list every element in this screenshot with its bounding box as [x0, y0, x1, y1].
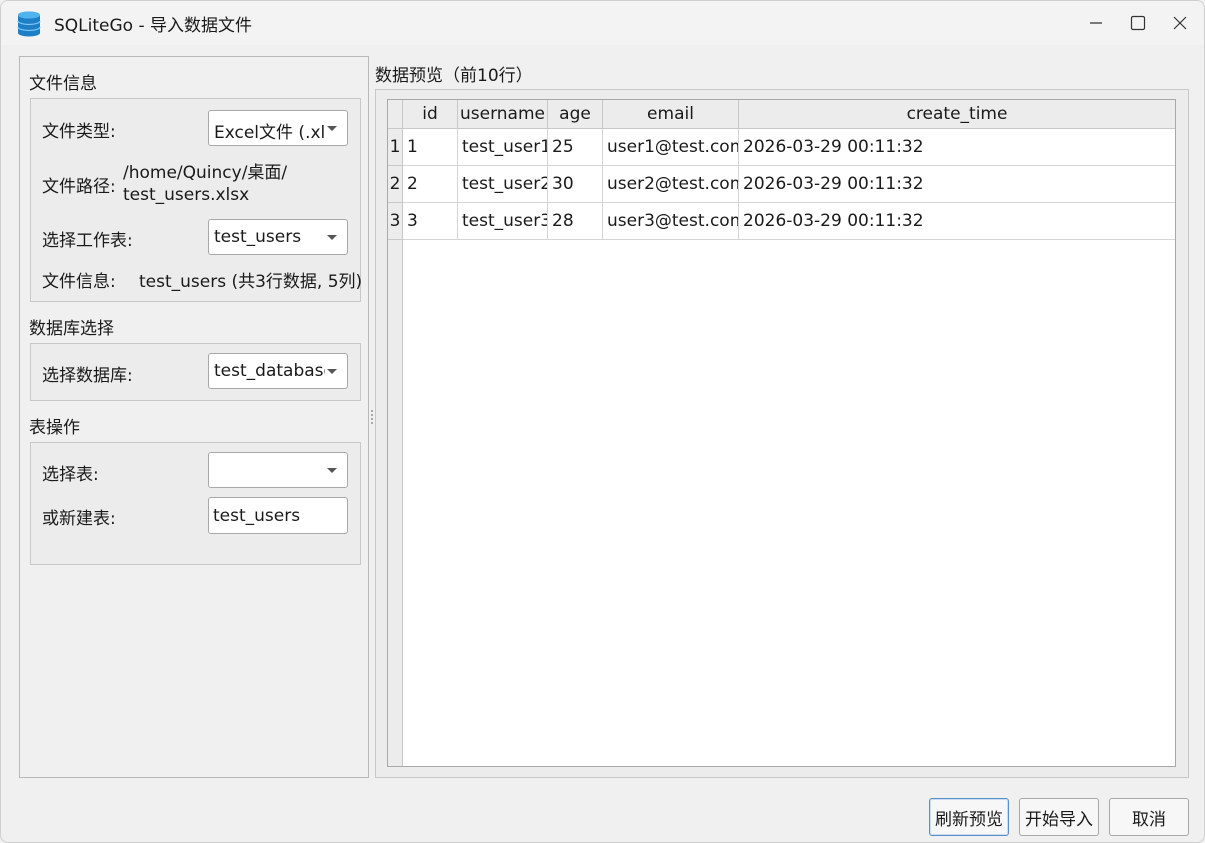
table-cell[interactable]: 3 — [403, 203, 458, 240]
chevron-down-icon — [327, 468, 337, 473]
new-table-input[interactable] — [208, 497, 348, 534]
table-select[interactable] — [208, 452, 348, 488]
close-button[interactable] — [1159, 1, 1201, 45]
table-cell[interactable]: user3@test.com — [603, 203, 739, 240]
select-table-label: 选择表: — [42, 465, 99, 485]
table-cell[interactable]: user2@test.com — [603, 166, 739, 203]
settings-panel: 文件信息 文件类型: Excel文件 (.xlsx) 文件路径: /home/Q… — [19, 56, 369, 778]
table-cell[interactable]: 2026-03-29 00:11:32 — [739, 203, 1175, 240]
column-header-email[interactable]: email — [603, 100, 739, 129]
file-info-group: 文件类型: Excel文件 (.xlsx) 文件路径: /home/Quincy… — [30, 98, 363, 302]
chevron-down-icon — [327, 369, 337, 374]
file-summary-label: 文件信息: — [42, 272, 116, 292]
column-header-create-time[interactable]: create_time — [739, 100, 1175, 129]
corner-cell[interactable] — [388, 100, 403, 129]
file-type-select[interactable]: Excel文件 (.xlsx) — [208, 110, 348, 146]
table-ops-group: 选择表: 或新建表: — [30, 442, 361, 565]
database-value: test_database — [214, 361, 325, 381]
preview-table[interactable]: id username age email create_time 1 1 te… — [387, 99, 1176, 767]
database-group-title: 数据库选择 — [29, 319, 114, 339]
start-import-button[interactable]: 开始导入 — [1019, 798, 1099, 836]
file-path-label: 文件路径: — [42, 177, 116, 197]
file-path-line1: /home/Quincy/桌面/ — [123, 163, 288, 183]
column-header-username[interactable]: username — [458, 100, 548, 129]
file-path-line2: test_users.xlsx — [123, 185, 250, 205]
table-cell[interactable]: 1 — [403, 129, 458, 166]
table-cell[interactable]: 30 — [548, 166, 603, 203]
window-title: SQLiteGo - 导入数据文件 — [54, 16, 253, 36]
panel-splitter-handle[interactable] — [370, 409, 374, 427]
close-icon — [1173, 16, 1187, 30]
database-select[interactable]: test_database — [208, 353, 348, 389]
table-cell[interactable]: test_user1 — [458, 129, 548, 166]
row-header[interactable]: 1 — [388, 129, 403, 166]
title-bar[interactable]: SQLiteGo - 导入数据文件 — [1, 1, 1204, 45]
file-summary-value: test_users (共3行数据, 5列) — [139, 272, 363, 292]
file-info-group-title: 文件信息 — [29, 74, 97, 94]
maximize-icon — [1130, 15, 1146, 31]
table-cell[interactable]: 25 — [548, 129, 603, 166]
sheet-label: 选择工作表: — [42, 231, 133, 251]
import-dialog-window: SQLiteGo - 导入数据文件 文件信息 文件类型: Excel文件 (.x… — [0, 0, 1205, 843]
file-type-label: 文件类型: — [42, 122, 116, 142]
database-label: 选择数据库: — [42, 366, 133, 386]
maximize-button[interactable] — [1117, 1, 1159, 45]
row-header[interactable]: 2 — [388, 166, 403, 203]
minimize-button[interactable] — [1075, 1, 1117, 45]
database-group: 选择数据库: test_database — [30, 343, 361, 401]
cancel-button[interactable]: 取消 — [1109, 798, 1189, 836]
row-header[interactable]: 3 — [388, 203, 403, 240]
minimize-icon — [1090, 22, 1102, 24]
table-cell[interactable]: 2 — [403, 166, 458, 203]
table-cell[interactable]: test_user3 — [458, 203, 548, 240]
file-type-value: Excel文件 (.xlsx) — [214, 123, 325, 143]
sheet-value: test_users — [214, 227, 302, 247]
new-table-label: 或新建表: — [42, 509, 116, 529]
preview-title: 数据预览（前10行） — [375, 66, 533, 86]
database-icon — [17, 11, 41, 37]
table-cell[interactable]: 2026-03-29 00:11:32 — [739, 129, 1175, 166]
column-header-age[interactable]: age — [548, 100, 603, 129]
table-cell[interactable]: user1@test.com — [603, 129, 739, 166]
table-ops-group-title: 表操作 — [29, 418, 80, 438]
chevron-down-icon — [327, 126, 337, 131]
table-cell[interactable]: test_user2 — [458, 166, 548, 203]
column-header-id[interactable]: id — [403, 100, 458, 129]
table-cell[interactable]: 28 — [548, 203, 603, 240]
refresh-preview-button[interactable]: 刷新预览 — [929, 798, 1009, 836]
table-cell[interactable]: 2026-03-29 00:11:32 — [739, 166, 1175, 203]
chevron-down-icon — [327, 235, 337, 240]
sheet-select[interactable]: test_users — [208, 219, 348, 255]
